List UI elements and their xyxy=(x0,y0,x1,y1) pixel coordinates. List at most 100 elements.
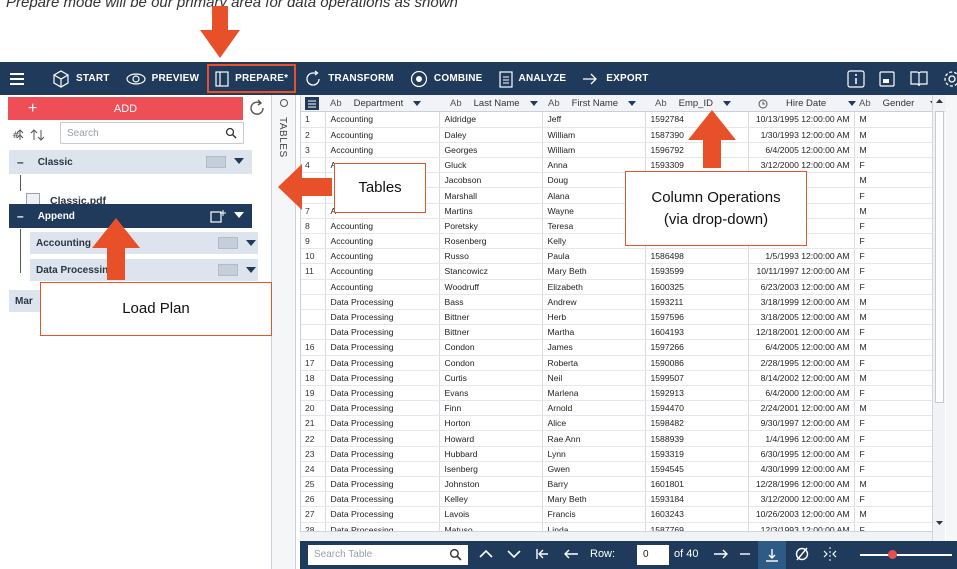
table-cell[interactable]: Barry xyxy=(542,476,646,493)
table-cell[interactable]: 1597266 xyxy=(645,339,749,356)
table-cell[interactable]: Data Processing xyxy=(325,430,440,447)
table-cell[interactable]: Accounting xyxy=(325,142,440,159)
table-cell[interactable]: 1601801 xyxy=(645,476,749,493)
table-row[interactable]: 2 Accounting Daley William 1587390 1/30/1993 … xyxy=(301,127,934,143)
table-cell[interactable]: Finn xyxy=(439,400,543,417)
scrollbar-thumb[interactable] xyxy=(935,111,944,403)
last-row-icon[interactable] xyxy=(740,546,756,562)
table-cell[interactable]: 10/26/2003 12:00:00 AM xyxy=(748,506,855,523)
table-cell[interactable]: 9/30/1997 12:00:00 AM xyxy=(748,415,855,432)
table-cell[interactable]: Gluck xyxy=(439,157,543,174)
table-cell[interactable]: F xyxy=(854,233,934,250)
table-cell[interactable]: 6/30/1995 12:00:00 AM xyxy=(748,446,855,462)
table-cell[interactable]: Mary Beth xyxy=(542,491,646,508)
table-cell[interactable]: 10/11/1997 12:00:00 AM xyxy=(748,263,855,280)
table-row[interactable]: 26 Data Processing Kelley Mary Beth 1593184 3… xyxy=(301,491,934,508)
search-table-input[interactable]: Search Table xyxy=(308,545,468,565)
table-cell[interactable]: F xyxy=(854,248,934,265)
row-number-cell[interactable]: 11 xyxy=(301,263,326,280)
table-cell[interactable]: 1/5/1993 12:00:00 AM xyxy=(748,248,855,265)
table-cell[interactable]: 1593184 xyxy=(645,491,749,508)
table-cell[interactable]: 8/14/2002 12:00:00 AM xyxy=(748,370,855,386)
row-number-cell[interactable]: 16 xyxy=(301,339,326,356)
collapse-icon[interactable]: – xyxy=(17,155,24,169)
table-cell[interactable]: Gwen xyxy=(542,461,646,478)
table-cell[interactable]: Data Processing xyxy=(325,294,440,310)
chevron-down-icon[interactable] xyxy=(234,212,244,218)
table-cell[interactable]: Evans xyxy=(439,385,543,402)
table-cell[interactable]: Lynn xyxy=(542,446,646,462)
table-cell[interactable]: M xyxy=(854,506,934,523)
chevron-down-icon[interactable] xyxy=(234,158,244,164)
table-cell[interactable]: Poretsky xyxy=(439,218,543,235)
table-cell[interactable]: M xyxy=(854,476,934,493)
table-cell[interactable]: 1598482 xyxy=(645,415,749,432)
book-icon[interactable] xyxy=(909,70,929,88)
classic-group-header[interactable]: – Classic xyxy=(9,150,252,174)
table-row[interactable]: 25 Data Processing Johnston Barry 1601801 12/… xyxy=(301,476,934,493)
table-cell[interactable]: M xyxy=(854,294,934,310)
table-cell[interactable]: 1593599 xyxy=(645,263,749,280)
table-cell[interactable]: Rosenberg xyxy=(439,233,543,250)
gear-icon[interactable] xyxy=(943,70,957,88)
refresh-icon[interactable] xyxy=(248,99,266,117)
table-cell[interactable]: James xyxy=(542,339,646,356)
table-row[interactable]: 27 Data Processing Lavois Francis 1603243 10/… xyxy=(301,506,934,523)
row-number-cell[interactable]: 10 xyxy=(301,248,326,265)
hamburger-menu-button[interactable] xyxy=(0,62,44,95)
empty-set-icon[interactable] xyxy=(794,546,810,562)
table-cell[interactable]: Alice xyxy=(542,415,646,432)
table-cell[interactable]: M xyxy=(854,127,934,143)
table-row[interactable]: Accounting Woodruff Elizabeth 1600325 6/23/2… xyxy=(301,279,934,295)
table-cell[interactable]: Herb xyxy=(542,309,646,326)
row-number-cell[interactable]: 8 xyxy=(301,218,326,235)
table-cell[interactable]: Data Processing xyxy=(325,415,440,432)
combine-tab[interactable]: COMBINE xyxy=(402,62,491,95)
column-header-hire-date[interactable]: Hire Date xyxy=(758,95,858,112)
table-cell[interactable]: 2/24/2001 12:00:00 AM xyxy=(748,400,855,417)
table-row[interactable]: 8 Accounting Poretsky Teresa F xyxy=(301,218,934,235)
table-cell[interactable]: Russo xyxy=(439,248,543,265)
table-cell[interactable]: Accounting xyxy=(325,248,440,265)
table-cell[interactable]: 6/4/2000 12:00:00 AM xyxy=(748,385,855,402)
table-row[interactable]: 20 Data Processing Finn Arnold 1594470 2/24/2… xyxy=(301,400,934,417)
table-row[interactable]: 10 Accounting Russo Paula 1586498 1/5/1993 12… xyxy=(301,248,934,265)
table-cell[interactable]: 12/18/2001 12:00:00 AM xyxy=(748,324,855,341)
table-cell[interactable]: 6/23/2003 12:00:00 AM xyxy=(748,279,855,295)
row-number-cell[interactable]: 21 xyxy=(301,415,326,432)
table-cell[interactable]: 1603243 xyxy=(645,506,749,523)
transform-tab[interactable]: TRANSFORM xyxy=(296,62,402,95)
row-number-cell[interactable]: 25 xyxy=(301,476,326,493)
table-row[interactable]: 24 Data Processing Isenberg Gwen 1594545 4/30… xyxy=(301,461,934,478)
column-header-gender[interactable]: Ab Gender xyxy=(859,95,939,112)
table-cell[interactable]: 4/30/1999 12:00:00 AM xyxy=(748,461,855,478)
row-number-cell[interactable]: 17 xyxy=(301,355,326,371)
table-cell[interactable]: Data Processing xyxy=(325,491,440,508)
table-cell[interactable]: 3/18/2005 12:00:00 AM xyxy=(748,309,855,326)
zoom-slider-track[interactable] xyxy=(860,554,952,556)
vertical-scrollbar[interactable] xyxy=(932,95,945,541)
table-cell[interactable]: F xyxy=(854,446,934,462)
row-number-cell[interactable]: 24 xyxy=(301,461,326,478)
table-cell[interactable]: F xyxy=(854,355,934,371)
append-child-data-processing[interactable]: Data Processing xyxy=(30,259,258,281)
table-cell[interactable]: M xyxy=(854,309,934,326)
analyze-tab[interactable]: ANALYZE xyxy=(491,62,575,95)
column-dropdown-icon[interactable] xyxy=(529,101,538,106)
table-row[interactable]: 19 Data Processing Evans Marlena 1592913 6/4/… xyxy=(301,385,934,402)
table-cell[interactable]: F xyxy=(854,324,934,341)
table-cell[interactable]: Curtis xyxy=(439,370,543,386)
table-cell[interactable]: M xyxy=(854,203,934,219)
row-number-cell[interactable] xyxy=(301,309,326,326)
table-cell[interactable]: 1594545 xyxy=(645,461,749,478)
zoom-slider-knob[interactable] xyxy=(888,550,897,559)
row-number-cell[interactable] xyxy=(301,279,326,295)
table-cell[interactable]: Data Processing xyxy=(325,476,440,493)
table-cell[interactable]: M xyxy=(854,370,934,386)
table-cell[interactable]: Johnston xyxy=(439,476,543,493)
table-cell[interactable]: M xyxy=(854,172,934,189)
table-cell[interactable]: 1588939 xyxy=(645,430,749,447)
chevron-down-icon[interactable] xyxy=(506,546,522,562)
table-cell[interactable]: William xyxy=(542,142,646,159)
table-cell[interactable]: F xyxy=(854,491,934,508)
